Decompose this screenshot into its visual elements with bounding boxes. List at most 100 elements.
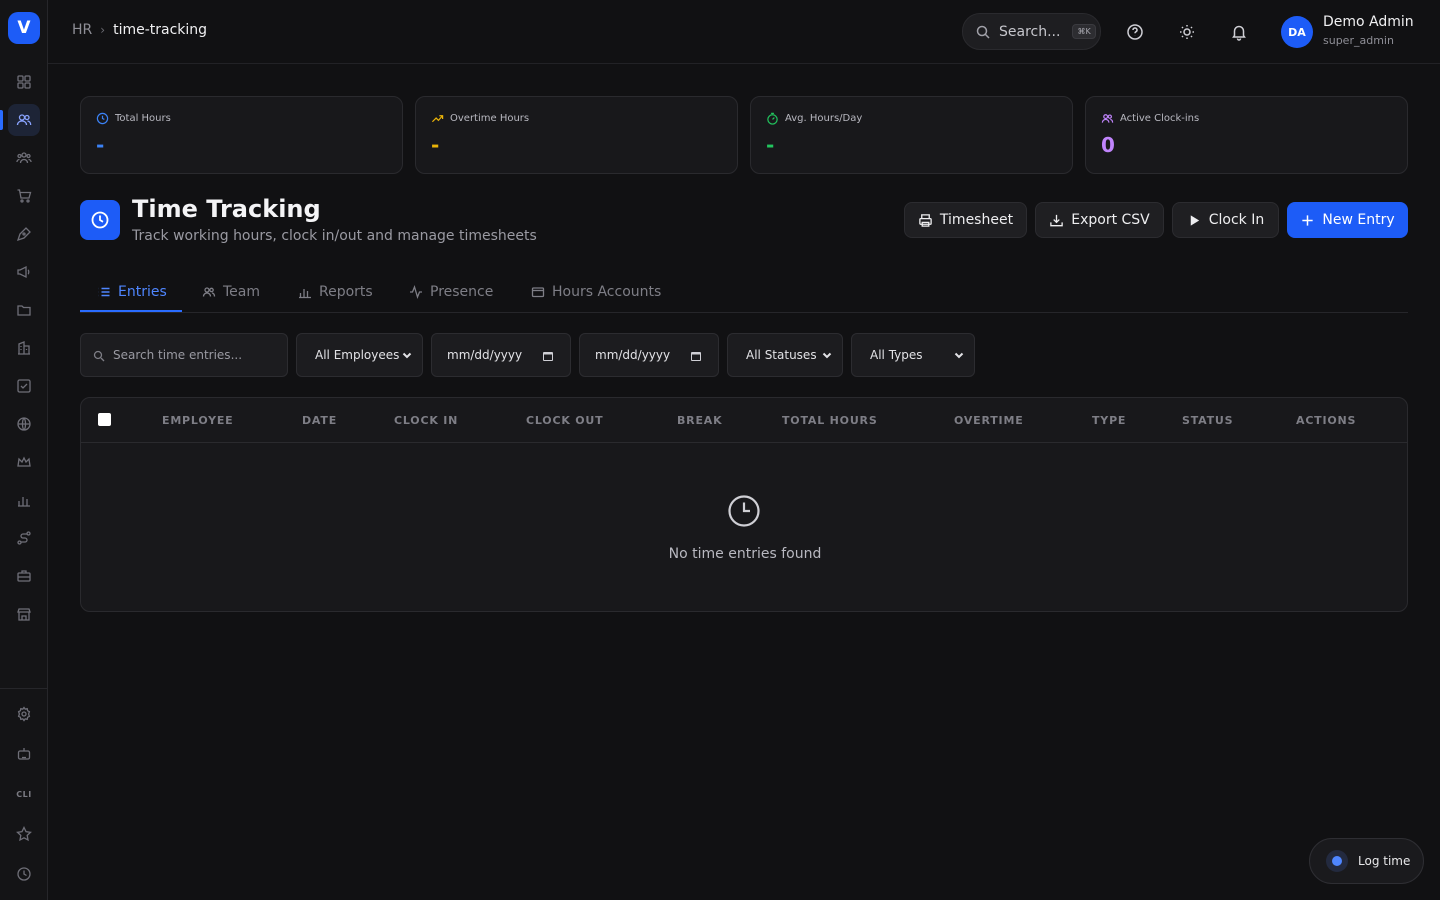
type-select[interactable]: All Types xyxy=(851,333,975,377)
sidebar-item-web[interactable] xyxy=(8,408,40,440)
stat-label: Active Clock-ins xyxy=(1120,113,1200,124)
type-select-value: All Types xyxy=(870,348,923,362)
clock-in-label: Clock In xyxy=(1208,212,1265,228)
new-entry-button[interactable]: New Entry xyxy=(1287,202,1408,238)
sidebar-item-analytics[interactable] xyxy=(8,484,40,516)
notifications-button[interactable] xyxy=(1227,20,1251,44)
help-button[interactable] xyxy=(1123,20,1147,44)
sidebar-item-team[interactable] xyxy=(8,142,40,174)
date-from-value: mm/dd/yyyy xyxy=(447,348,523,362)
table-header: EMPLOYEE DATE CLOCK IN CLOCK OUT BREAK T… xyxy=(81,398,1407,443)
column-header-break[interactable]: BREAK xyxy=(677,414,722,427)
help-icon xyxy=(1127,24,1143,40)
timer-icon xyxy=(767,112,778,125)
date-to-input[interactable]: mm/dd/yyyy xyxy=(579,333,719,377)
stat-value: - xyxy=(96,133,105,157)
select-all-checkbox[interactable] xyxy=(98,413,111,426)
megaphone-icon xyxy=(17,265,30,279)
page-subtitle: Track working hours, clock in/out and ma… xyxy=(132,228,537,244)
employee-select[interactable]: All Employees xyxy=(296,333,423,377)
theme-toggle-button[interactable] xyxy=(1175,20,1199,44)
date-from-input[interactable]: mm/dd/yyyy xyxy=(431,333,571,377)
sidebar-item-settings[interactable] xyxy=(8,698,40,730)
sidebar-item-routes[interactable] xyxy=(8,522,40,554)
star-icon xyxy=(16,826,32,842)
printer-icon xyxy=(919,213,932,227)
tab-entries[interactable]: Entries xyxy=(97,270,167,313)
app-logo[interactable]: V xyxy=(8,12,40,44)
trending-up-icon xyxy=(431,115,444,123)
bot-icon xyxy=(17,748,31,760)
clock-in-button[interactable]: Clock In xyxy=(1172,202,1279,238)
tab-team[interactable]: Team xyxy=(202,270,260,313)
gear-icon xyxy=(17,706,31,722)
sidebar-item-tasks[interactable] xyxy=(8,370,40,402)
sidebar-item-dashboard[interactable] xyxy=(8,66,40,98)
stat-card-active-clockins: Active Clock-ins 0 xyxy=(1085,96,1408,174)
employee-select-value: All Employees xyxy=(315,348,400,362)
checklist-icon xyxy=(17,379,31,393)
breadcrumb: HR › time-tracking xyxy=(72,22,207,38)
search-shortcut: ⌘K xyxy=(1072,24,1096,39)
column-header-actions: ACTIONS xyxy=(1296,414,1357,427)
sidebar-item-favorites[interactable] xyxy=(8,818,40,850)
tab-presence[interactable]: Presence xyxy=(409,270,493,313)
log-time-button[interactable]: Log time xyxy=(1309,838,1424,884)
tab-hours-accounts[interactable]: Hours Accounts xyxy=(531,270,661,313)
breadcrumb-current: time-tracking xyxy=(113,22,208,38)
log-time-indicator-icon xyxy=(1326,850,1348,872)
search-entries-placeholder: Search time entries... xyxy=(113,348,243,362)
search-entries-input[interactable]: Search time entries... xyxy=(80,333,288,377)
column-header-overtime[interactable]: OVERTIME xyxy=(954,414,1024,427)
sidebar-item-history[interactable] xyxy=(8,858,40,890)
stat-label: Overtime Hours xyxy=(450,113,530,124)
cart-icon xyxy=(17,189,32,203)
bar-chart-icon xyxy=(18,497,30,507)
sidebar-item-shop[interactable] xyxy=(8,180,40,212)
timesheet-button[interactable]: Timesheet xyxy=(904,202,1027,238)
sun-icon xyxy=(1180,25,1194,39)
sidebar-item-company[interactable] xyxy=(8,332,40,364)
sidebar-item-premium[interactable] xyxy=(8,446,40,478)
sidebar-item-hr[interactable] xyxy=(8,104,40,136)
download-icon xyxy=(1050,214,1064,226)
sidebar: V CLI xyxy=(0,0,48,900)
column-header-type[interactable]: TYPE xyxy=(1092,414,1126,427)
sidebar-item-design[interactable] xyxy=(8,218,40,250)
status-select[interactable]: All Statuses xyxy=(727,333,843,377)
plus-icon xyxy=(1302,214,1314,226)
stat-value: 0 xyxy=(1101,133,1115,157)
tab-reports[interactable]: Reports xyxy=(298,270,373,313)
column-header-clock-out[interactable]: CLOCK OUT xyxy=(526,414,603,427)
export-csv-button[interactable]: Export CSV xyxy=(1035,202,1164,238)
sidebar-item-bot[interactable] xyxy=(8,738,40,770)
column-header-clock-in[interactable]: CLOCK IN xyxy=(394,414,458,427)
column-header-total-hours[interactable]: TOTAL HOURS xyxy=(782,414,878,427)
sidebar-item-store[interactable] xyxy=(8,598,40,630)
breadcrumb-separator: › xyxy=(100,23,106,37)
sidebar-item-jobs[interactable] xyxy=(8,560,40,592)
log-time-label: Log time xyxy=(1358,854,1411,868)
stat-label: Total Hours xyxy=(115,113,171,124)
pen-tool-icon xyxy=(16,227,31,242)
chevron-down-icon xyxy=(822,352,832,359)
dashboard-icon xyxy=(17,75,31,89)
global-search[interactable]: Search... ⌘K xyxy=(962,13,1101,50)
breadcrumb-root[interactable]: HR xyxy=(72,22,92,38)
sidebar-item-cli[interactable]: CLI xyxy=(8,778,40,810)
user-avatar[interactable]: DA xyxy=(1281,16,1313,48)
column-header-status[interactable]: STATUS xyxy=(1182,414,1233,427)
user-name[interactable]: Demo Admin xyxy=(1323,14,1414,30)
sidebar-item-files[interactable] xyxy=(8,294,40,326)
briefcase-icon xyxy=(17,570,31,582)
column-header-date[interactable]: DATE xyxy=(302,414,337,427)
search-icon xyxy=(976,25,990,39)
stat-card-overtime-hours: Overtime Hours - xyxy=(415,96,738,174)
time-entries-table: EMPLOYEE DATE CLOCK IN CLOCK OUT BREAK T… xyxy=(80,397,1408,612)
sidebar-item-marketing[interactable] xyxy=(8,256,40,288)
column-header-employee[interactable]: EMPLOYEE xyxy=(162,414,234,427)
users-icon xyxy=(1101,114,1114,123)
top-header: HR › time-tracking Search... ⌘K DA Demo … xyxy=(48,0,1440,64)
globe-icon xyxy=(17,417,31,431)
tab-label: Reports xyxy=(319,283,373,300)
